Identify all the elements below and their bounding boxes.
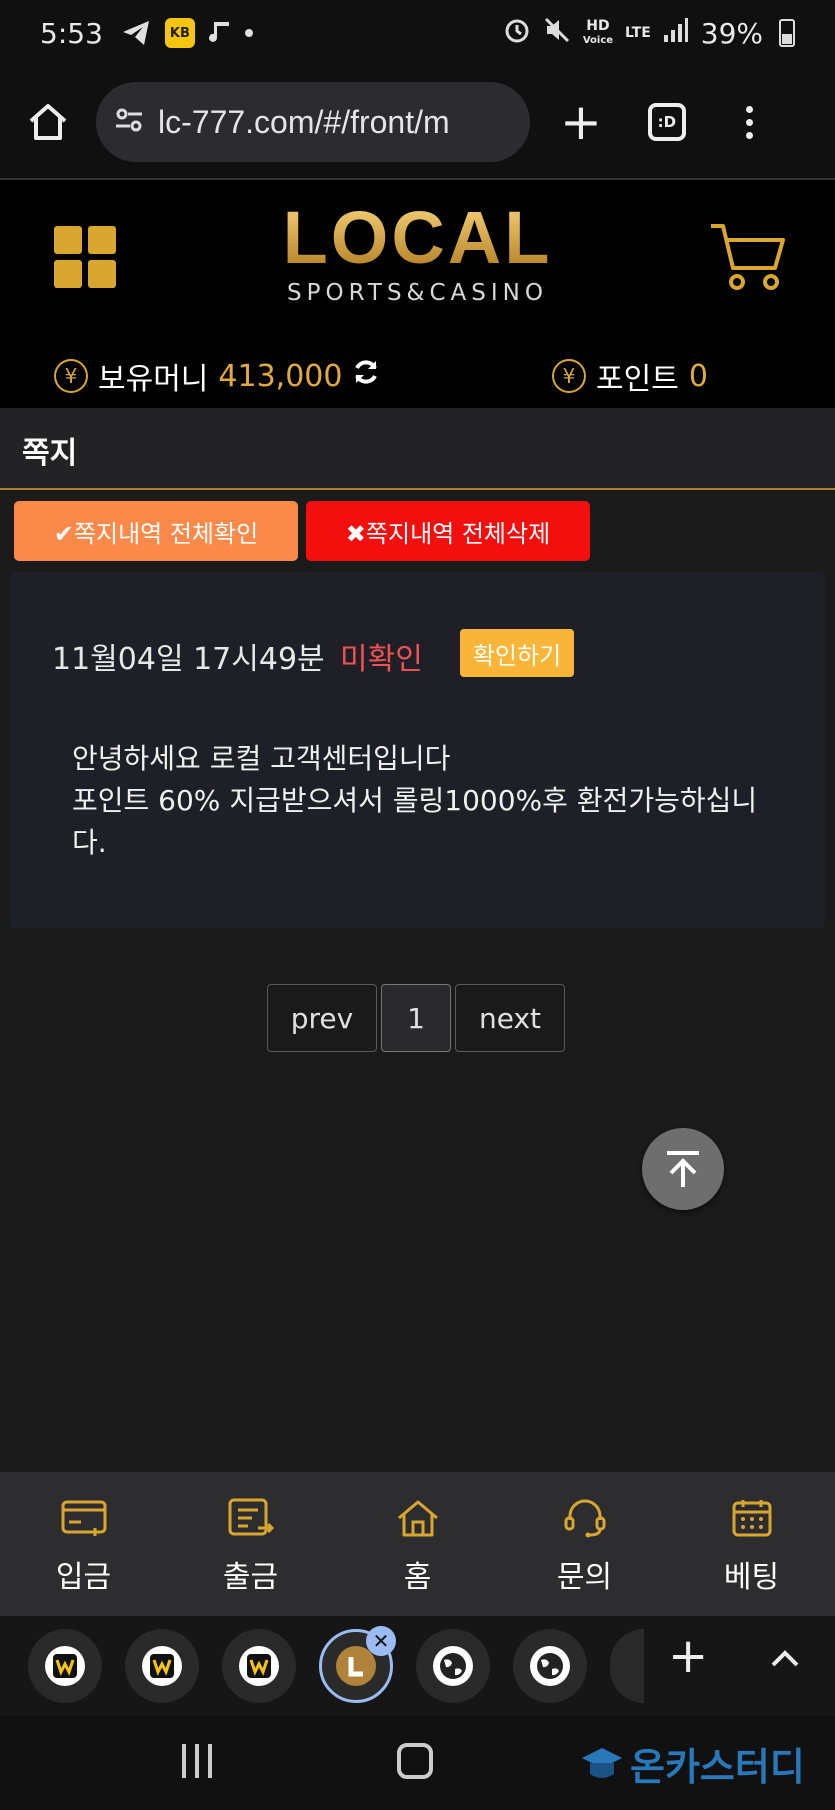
next-page-button[interactable]: next: [455, 984, 565, 1052]
money-value: 413,000: [218, 358, 343, 394]
url-text: lc-777.com/#/front/m: [158, 103, 450, 140]
tab-favicon-w[interactable]: [222, 1629, 296, 1703]
calendar-icon: [732, 1500, 771, 1537]
message-card[interactable]: 11월04일 17시49분 미확인 확인하기 안녕하세요 로컬 고객센터입니다 …: [10, 572, 825, 928]
telegram-icon: [121, 19, 151, 47]
balance-row: ¥ 보유머니 413,000 ¥ 포인트 0: [0, 348, 835, 400]
tab-favicon-local-active[interactable]: ✕: [319, 1626, 396, 1703]
tab-favicon-partial[interactable]: [610, 1629, 644, 1703]
nav-inquiry[interactable]: 문의: [501, 1472, 668, 1616]
withdraw-doc-icon: [228, 1498, 274, 1536]
prev-page-button[interactable]: prev: [267, 984, 377, 1052]
point-value: 0: [688, 358, 708, 394]
status-right: HD Voice LTE 39%: [503, 16, 795, 51]
notification-dot-icon: [244, 29, 253, 37]
hd-voice-indicator: HD Voice: [582, 17, 614, 47]
nav-label: 베팅: [723, 1560, 780, 1595]
globe-icon: [433, 1646, 473, 1686]
site-settings-icon[interactable]: [114, 105, 144, 139]
site-header: LOCAL SPORTS&CASINO ¥ 보유머니 413,000 ¥ 포인트…: [0, 180, 835, 408]
watermark-text: 온카스터디: [630, 1745, 805, 1789]
menu-icon[interactable]: [745, 105, 753, 139]
point-balance: ¥ 포인트 0: [552, 354, 708, 398]
battery-percent: 39%: [700, 16, 763, 50]
mute-icon: [543, 16, 571, 51]
w-logo-icon: [45, 1646, 85, 1686]
tab-favicon-globe[interactable]: [416, 1629, 490, 1703]
lte-indicator: LTE: [625, 24, 651, 41]
browser-toolbar: lc-777.com/#/front/m + :D: [0, 66, 835, 180]
voice-label: Voice: [582, 34, 614, 46]
pagination: prev 1 next: [267, 984, 565, 1052]
browser-tab-strip: ✕ +: [0, 1616, 835, 1716]
nav-label: 입금: [55, 1560, 112, 1595]
close-tab-icon[interactable]: ✕: [366, 1626, 396, 1656]
w-logo-icon: [239, 1646, 279, 1686]
notes-actions: ✔쪽지내역 전체확인 ✖쪽지내역 전체삭제: [14, 501, 590, 561]
watermark: 온카스터디: [580, 1736, 805, 1791]
cart-icon[interactable]: [707, 220, 787, 296]
confirm-all-button[interactable]: ✔쪽지내역 전체확인: [14, 501, 298, 561]
point-label: 포인트: [596, 362, 679, 397]
status-bar: 5:53 KB HD Voice LTE 39%: [0, 0, 835, 66]
home-icon[interactable]: [22, 96, 74, 148]
tab-favicon-globe[interactable]: [513, 1629, 587, 1703]
yen-icon: ¥: [54, 359, 88, 393]
nav-label: 문의: [556, 1560, 613, 1595]
recent-apps-icon[interactable]: [182, 1744, 212, 1778]
chevron-up-icon[interactable]: [770, 1638, 800, 1676]
page: 5:53 KB HD Voice LTE 39% lc-777.com/#/fr…: [0, 0, 835, 1810]
money-label: 보유머니: [98, 362, 209, 397]
tab-favicon-w[interactable]: [28, 1629, 102, 1703]
home-icon: [397, 1500, 438, 1537]
hd-label: HD: [586, 17, 610, 34]
globe-icon: [530, 1646, 570, 1686]
music-note-icon: [208, 20, 231, 46]
new-tab-button[interactable]: +: [560, 97, 602, 147]
scroll-to-top-button[interactable]: [642, 1128, 724, 1210]
nav-label: 출금: [222, 1560, 279, 1595]
arrow-up-icon: [667, 1151, 699, 1187]
nav-betting[interactable]: 베팅: [668, 1472, 835, 1616]
battery-icon: [779, 19, 795, 47]
message-date: 11월04일 17시49분: [52, 642, 325, 677]
new-tab-plus-icon[interactable]: +: [668, 1628, 708, 1684]
address-bar[interactable]: lc-777.com/#/front/m: [96, 82, 530, 162]
kb-app-icon: KB: [164, 18, 195, 48]
system-home-icon[interactable]: [397, 1743, 433, 1779]
bottom-nav: 입금 출금 홈 문의 베팅: [0, 1472, 835, 1616]
message-body: 안녕하세요 로컬 고객센터입니다 포인트 60% 지급받으셔서 롤링1000%후…: [72, 742, 758, 859]
page-number-button[interactable]: 1: [381, 984, 451, 1052]
nav-deposit[interactable]: 입금: [0, 1472, 167, 1616]
signal-icon: [663, 17, 689, 50]
tab-favicon-w[interactable]: [125, 1629, 199, 1703]
w-logo-icon: [142, 1646, 182, 1686]
system-nav-bar: 온카스터디: [0, 1716, 835, 1810]
refresh-icon[interactable]: [352, 358, 380, 394]
headset-icon: [564, 1499, 605, 1538]
delete-all-button[interactable]: ✖쪽지내역 전체삭제: [306, 501, 590, 561]
graduation-cap-icon: [582, 1747, 622, 1778]
nav-withdraw[interactable]: 출금: [167, 1472, 334, 1616]
nav-label: 홈: [403, 1560, 432, 1595]
message-status: 미확인: [340, 642, 423, 677]
nav-home[interactable]: 홈: [334, 1472, 501, 1616]
alarm-icon: [503, 16, 531, 51]
status-time: 5:53: [40, 16, 103, 50]
deposit-card-icon: [61, 1500, 106, 1536]
tab-switcher-button[interactable]: :D: [647, 103, 686, 141]
page-title: 쪽지: [0, 408, 835, 490]
yen-icon: ¥: [552, 359, 586, 393]
mark-read-button[interactable]: 확인하기: [460, 629, 574, 677]
money-balance: ¥ 보유머니 413,000: [54, 354, 380, 398]
